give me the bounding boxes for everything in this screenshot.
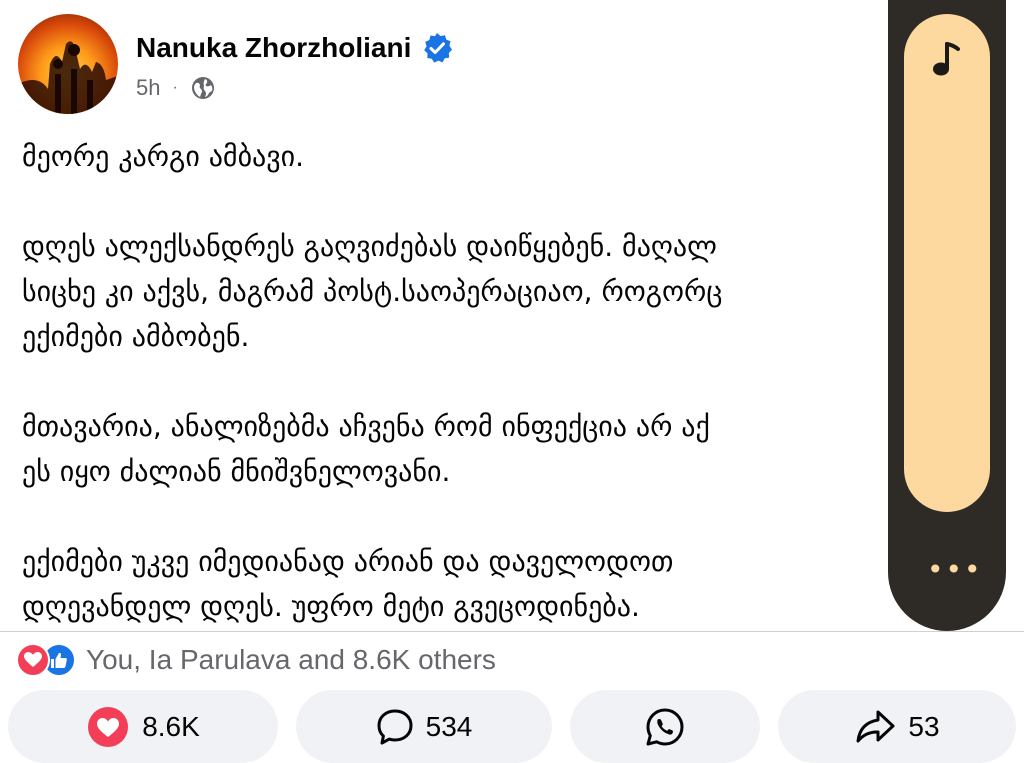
comment-count: 534	[425, 710, 473, 742]
music-note-icon	[933, 42, 960, 76]
meta-separator: ·	[172, 79, 178, 96]
author-name[interactable]: Nanuka Zhorzholiani	[136, 32, 411, 64]
comment-icon	[376, 708, 414, 746]
post-line: ექიმები ამბობენ.	[22, 320, 250, 353]
avatar[interactable]	[18, 14, 118, 114]
more-icon[interactable]: •••	[927, 556, 981, 584]
share-button[interactable]: 53	[778, 690, 1016, 763]
post-body: მეორე კარგი ამბავი. დღეს ალექსანდრეს გაღ…	[22, 134, 922, 629]
reactions-summary[interactable]: You, Ia Parulava and 8.6K others	[16, 640, 496, 680]
verified-badge-icon	[424, 33, 453, 63]
music-pill[interactable]	[904, 14, 990, 512]
floating-media-widget[interactable]: •••	[888, 0, 1006, 631]
globe-icon	[191, 77, 214, 99]
post-paragraph: ექიმები უკვე იმედიანად არიან და დაველოდო…	[22, 539, 922, 629]
post-line: მთავარია, ანალიზებმა აჩვენა რომ ინფექცია…	[22, 410, 710, 443]
post-line: მეორე კარგი ამბავი.	[22, 140, 305, 173]
post-line: სიცხე კი აქვს, მაგრამ პოსტ.საოპერაციაო, …	[22, 275, 723, 308]
post-paragraph: მთავარია, ანალიზებმა აჩვენა რომ ინფექცია…	[22, 404, 922, 494]
post-line: ექიმები უკვე იმედიანად არიან და დაველოდო…	[22, 545, 674, 578]
divider	[0, 631, 1024, 632]
like-count: 8.6K	[142, 710, 200, 742]
heart-icon	[86, 705, 130, 749]
avatar-image	[18, 41, 118, 114]
post-line: ეს იყო ძალიან მნიშვნელოვანი.	[22, 455, 451, 488]
post-paragraph: დღეს ალექსანდრეს გაღვიძებას დაიწყებენ. მ…	[22, 224, 922, 359]
post-meta: 5h ·	[136, 73, 216, 103]
share-arrow-icon	[854, 708, 896, 746]
whatsapp-share-button[interactable]	[570, 690, 760, 763]
like-button[interactable]: 8.6K	[8, 690, 278, 763]
comment-button[interactable]: 534	[296, 690, 552, 763]
post-time[interactable]: 5h	[136, 75, 160, 101]
whatsapp-icon	[645, 707, 685, 747]
author-name-row: Nanuka Zhorzholiani	[136, 28, 453, 68]
post-line: დღევანდელ დღეს. უფრო მეტი გვეცოდინება.	[22, 590, 640, 623]
share-count: 53	[908, 710, 940, 742]
reactions-text[interactable]: You, Ia Parulava and 8.6K others	[86, 644, 496, 676]
post-paragraph: მეორე კარგი ამბავი.	[22, 134, 922, 179]
love-icon	[16, 643, 50, 677]
post-line: დღეს ალექსანდრეს გაღვიძებას დაიწყებენ. მ…	[22, 230, 717, 263]
facebook-post: Nanuka Zhorzholiani 5h · მეორე კარგი ამბ…	[0, 0, 1024, 763]
